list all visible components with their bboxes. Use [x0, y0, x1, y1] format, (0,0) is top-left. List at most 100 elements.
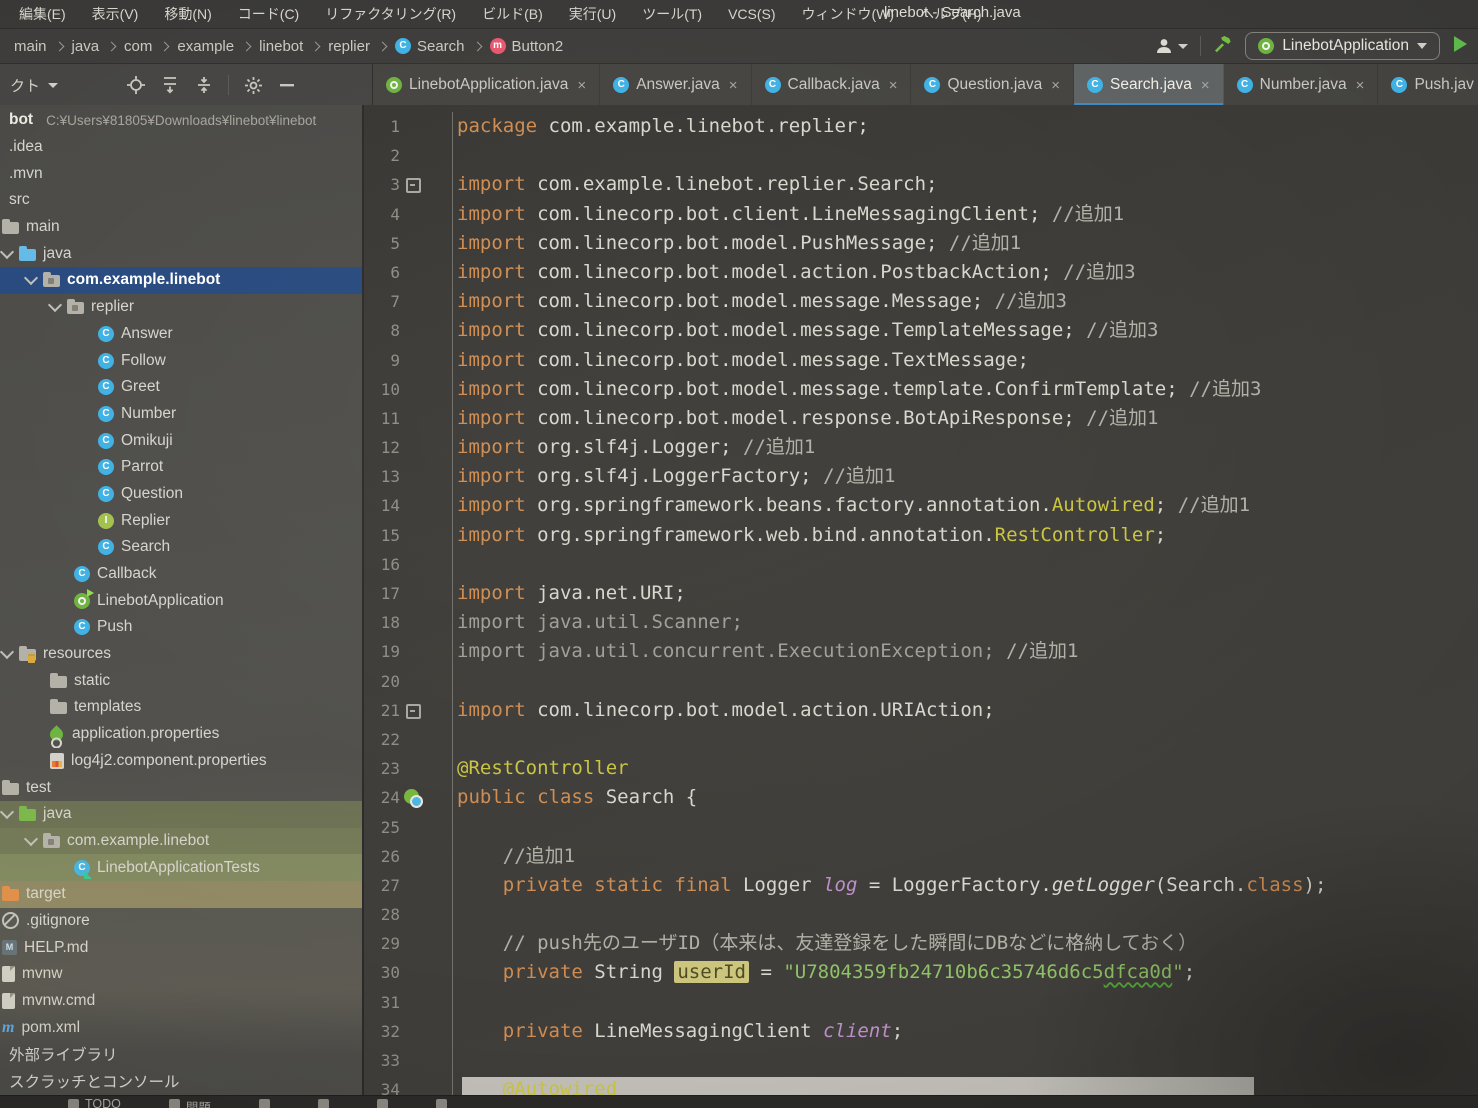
code-line-13[interactable]: 13import org.slf4j.LoggerFactory; //追加1 — [364, 462, 1478, 491]
code-line-12[interactable]: 12import org.slf4j.Logger; //追加1 — [364, 433, 1478, 462]
breadcrumb-item-main[interactable]: main — [14, 38, 47, 55]
code-line-30[interactable]: 30 private String userId = "U7804359fb24… — [364, 958, 1478, 987]
code-editor[interactable]: 1package com.example.linebot.replier;23i… — [364, 105, 1478, 1096]
chevron-down-icon[interactable] — [0, 805, 14, 819]
tree-item-java[interactable]: java — [0, 240, 362, 267]
menu-item[interactable]: VCS(S) — [715, 6, 788, 22]
breadcrumb-item-Button2[interactable]: mButton2 — [490, 38, 564, 55]
code-line-16[interactable]: 16 — [364, 550, 1478, 579]
menu-item[interactable]: 編集(E) — [6, 4, 79, 24]
close-icon[interactable]: × — [729, 77, 738, 94]
tree-item-Follow[interactable]: CFollow — [0, 347, 362, 374]
code-line-27[interactable]: 27 private static final Logger log = Log… — [364, 871, 1478, 900]
code-line-26[interactable]: 26 //追加1 — [364, 842, 1478, 871]
tree-item-Question[interactable]: CQuestion — [0, 481, 362, 508]
hide-panel-button[interactable] — [277, 75, 297, 95]
tree-item-target[interactable]: target — [0, 881, 362, 908]
code-line-8[interactable]: 8import com.linecorp.bot.model.message.T… — [364, 316, 1478, 345]
tree-item-Search[interactable]: CSearch — [0, 534, 362, 561]
run-button[interactable] — [1452, 35, 1468, 58]
collapse-all-button[interactable] — [194, 75, 214, 95]
code-line-7[interactable]: 7import com.linecorp.bot.model.message.M… — [364, 287, 1478, 316]
code-line-17[interactable]: 17import java.net.URI; — [364, 579, 1478, 608]
build-button[interactable] — [1213, 34, 1233, 59]
tab-LinebotApplication.java[interactable]: LinebotApplication.java× — [373, 64, 600, 106]
tree-item-Answer[interactable]: CAnswer — [0, 321, 362, 348]
locate-file-button[interactable] — [126, 75, 146, 95]
menu-item[interactable]: 実行(U) — [556, 4, 629, 24]
tree-item-log4j2.component.properties[interactable]: log4j2.component.properties — [0, 748, 362, 775]
tree-item-resources[interactable]: resources — [0, 641, 362, 668]
code-line-11[interactable]: 11import com.linecorp.bot.model.response… — [364, 404, 1478, 433]
chevron-down-icon[interactable] — [48, 298, 62, 312]
code-line-2[interactable]: 2 — [364, 141, 1478, 170]
breadcrumb-item-replier[interactable]: replier — [328, 38, 370, 55]
tree-item-replier[interactable]: replier — [0, 294, 362, 321]
toolwindow-button[interactable] — [259, 1096, 270, 1108]
toolwindow-button-問題[interactable]: 問題 — [169, 1096, 211, 1108]
tree-item-mvnw.cmd[interactable]: mvnw.cmd — [0, 988, 362, 1015]
code-line-31[interactable]: 31 — [364, 988, 1478, 1017]
tab-Answer.java[interactable]: CAnswer.java× — [600, 64, 751, 106]
tree-item-application.properties[interactable]: application.properties — [0, 721, 362, 748]
expand-all-button[interactable] — [160, 75, 180, 95]
code-line-9[interactable]: 9import com.linecorp.bot.model.message.T… — [364, 346, 1478, 375]
code-line-19[interactable]: 19import java.util.concurrent.ExecutionE… — [364, 637, 1478, 666]
close-icon[interactable]: × — [1356, 77, 1365, 94]
tree-item-.gitignore[interactable]: .gitignore — [0, 908, 362, 935]
code-line-15[interactable]: 15import org.springframework.web.bind.an… — [364, 521, 1478, 550]
tab-Search.java[interactable]: CSearch.java× — [1074, 64, 1224, 106]
tree-item-com.example.linebot[interactable]: com.example.linebot — [0, 828, 362, 855]
tree-item-Greet[interactable]: CGreet — [0, 374, 362, 401]
user-menu-button[interactable] — [1155, 37, 1188, 55]
settings-button[interactable] — [243, 75, 263, 95]
tree-item-templates[interactable]: templates — [0, 694, 362, 721]
code-line-6[interactable]: 6import com.linecorp.bot.model.action.Po… — [364, 258, 1478, 287]
menu-item[interactable]: 移動(N) — [151, 4, 224, 24]
code-line-22[interactable]: 22 — [364, 725, 1478, 754]
tree-item-com.example.linebot[interactable]: com.example.linebot — [0, 267, 362, 294]
chevron-down-icon[interactable] — [0, 245, 14, 259]
tree-item-Push[interactable]: CPush — [0, 614, 362, 641]
toolwindow-button[interactable] — [318, 1096, 329, 1108]
code-line-10[interactable]: 10import com.linecorp.bot.model.message.… — [364, 375, 1478, 404]
tab-Question.java[interactable]: CQuestion.java× — [911, 64, 1074, 106]
spring-bean-gutter-icon[interactable] — [404, 789, 419, 804]
tab-Callback.java[interactable]: CCallback.java× — [752, 64, 912, 106]
breadcrumb-item-example[interactable]: example — [177, 38, 234, 55]
tree-item-Omikuji[interactable]: COmikuji — [0, 427, 362, 454]
menu-item[interactable]: リファクタリング(R) — [312, 4, 469, 24]
code-line-33[interactable]: 33 — [364, 1046, 1478, 1075]
tree-item-bot[interactable]: botC:¥Users¥81805¥Downloads¥linebot¥line… — [0, 107, 362, 134]
project-tree-panel[interactable]: botC:¥Users¥81805¥Downloads¥linebot¥line… — [0, 105, 362, 1096]
breadcrumb-item-com[interactable]: com — [124, 38, 152, 55]
chevron-down-icon[interactable] — [0, 645, 14, 659]
tree-item-外部ライブラリ[interactable]: 外部ライブラリ — [0, 1041, 362, 1068]
tree-item-mvnw[interactable]: mvnw — [0, 961, 362, 988]
code-line-21[interactable]: 21import com.linecorp.bot.model.action.U… — [364, 696, 1478, 725]
chevron-down-icon[interactable] — [24, 832, 38, 846]
run-configuration-select[interactable]: LinebotApplication — [1245, 32, 1440, 60]
tree-item-test[interactable]: test — [0, 774, 362, 801]
breadcrumb-item-Search[interactable]: CSearch — [395, 38, 465, 55]
tree-item-スクラッチとコンソール[interactable]: スクラッチとコンソール — [0, 1068, 362, 1095]
code-line-14[interactable]: 14import org.springframework.beans.facto… — [364, 491, 1478, 520]
tree-item-LinebotApplication[interactable]: LinebotApplication — [0, 587, 362, 614]
code-line-23[interactable]: 23@RestController — [364, 754, 1478, 783]
tree-item-.idea[interactable]: .idea — [0, 134, 362, 161]
project-panel-title[interactable]: クト — [10, 75, 58, 96]
toolwindow-button-TODO[interactable]: TODO — [68, 1096, 121, 1108]
tree-item-HELP.md[interactable]: MHELP.md — [0, 934, 362, 961]
code-line-29[interactable]: 29 // push先のユーザID（本来は、友達登録をした瞬間にDBなどに格納し… — [364, 929, 1478, 958]
tree-item-.mvn[interactable]: .mvn — [0, 160, 362, 187]
code-line-32[interactable]: 32 private LineMessagingClient client; — [364, 1017, 1478, 1046]
tab-Push.jav[interactable]: CPush.jav — [1378, 64, 1478, 106]
menu-item[interactable]: 表示(V) — [79, 4, 152, 24]
tree-item-Replier[interactable]: IReplier — [0, 507, 362, 534]
menu-item[interactable]: コード(C) — [225, 4, 312, 24]
code-line-20[interactable]: 20 — [364, 667, 1478, 696]
tree-item-Parrot[interactable]: CParrot — [0, 454, 362, 481]
fold-icon[interactable] — [406, 178, 421, 193]
breadcrumb-item-linebot[interactable]: linebot — [259, 38, 303, 55]
code-line-5[interactable]: 5import com.linecorp.bot.model.PushMessa… — [364, 229, 1478, 258]
